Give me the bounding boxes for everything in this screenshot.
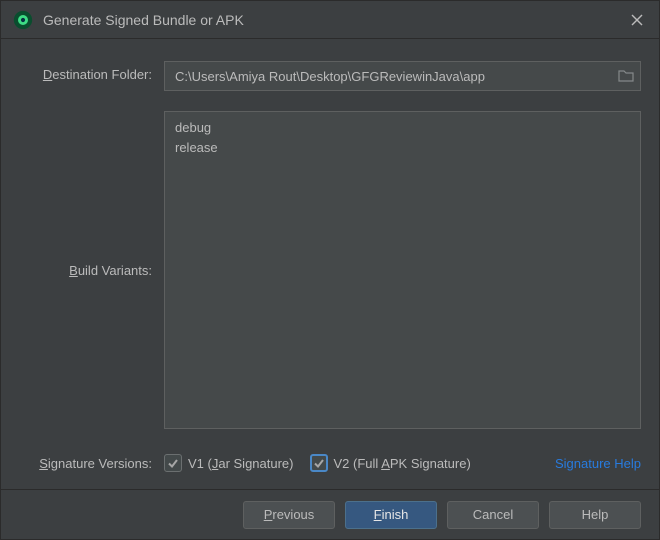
previous-button[interactable]: Previous (243, 501, 335, 529)
destination-field-wrap (164, 61, 641, 91)
signature-checkbox-group: V1 (Jar Signature) V2 (Full APK Signatur… (164, 454, 641, 472)
finish-mnemonic: F (374, 507, 382, 522)
previous-rest: revious (272, 507, 314, 522)
finish-button[interactable]: Finish (345, 501, 437, 529)
signature-versions-label: Signature Versions: (19, 456, 164, 471)
signature-help-link[interactable]: Signature Help (555, 456, 641, 471)
checkbox-icon (310, 454, 328, 472)
destination-label: Destination Folder: (19, 61, 164, 82)
button-bar: Previous Finish Cancel Help (1, 489, 659, 539)
v2-mnemonic: A (381, 456, 390, 471)
close-icon[interactable] (623, 6, 651, 34)
v2-label: V2 (Full APK Signature) (334, 456, 471, 471)
build-variants-label: Build Variants: (19, 111, 164, 429)
build-variants-row: Build Variants: debug release (19, 111, 641, 429)
folder-browse-icon[interactable] (615, 65, 637, 85)
v2-post: PK Signature) (390, 456, 471, 471)
destination-row: Destination Folder: (19, 61, 641, 91)
destination-mnemonic: D (43, 67, 52, 82)
dialog-window: Generate Signed Bundle or APK Destinatio… (0, 0, 660, 540)
build-variants-list[interactable]: debug release (164, 111, 641, 429)
dialog-title: Generate Signed Bundle or APK (43, 12, 623, 28)
build-label-text: uild Variants: (78, 263, 152, 278)
android-studio-icon (11, 8, 35, 32)
cancel-button[interactable]: Cancel (447, 501, 539, 529)
build-mnemonic: B (69, 263, 78, 278)
v1-label: V1 (Jar Signature) (188, 456, 294, 471)
signature-versions-row: Signature Versions: V1 (Jar Signature) (19, 449, 641, 477)
v1-signature-checkbox[interactable]: V1 (Jar Signature) (164, 454, 294, 472)
v1-post: ar Signature) (218, 456, 293, 471)
finish-rest: inish (382, 507, 409, 522)
dialog-content: Destination Folder: Build Variants: debu… (1, 39, 659, 489)
v2-signature-checkbox[interactable]: V2 (Full APK Signature) (310, 454, 471, 472)
sig-mnemonic: S (39, 456, 48, 471)
sig-label-text: ignature Versions: (48, 456, 152, 471)
list-item[interactable]: release (173, 138, 632, 158)
destination-input[interactable] (164, 61, 641, 91)
titlebar: Generate Signed Bundle or APK (1, 1, 659, 39)
list-item[interactable]: debug (173, 118, 632, 138)
v1-pre: V1 ( (188, 456, 212, 471)
checkbox-icon (164, 454, 182, 472)
destination-label-text: estination Folder: (52, 67, 152, 82)
v2-pre: V2 (Full (334, 456, 382, 471)
help-button[interactable]: Help (549, 501, 641, 529)
